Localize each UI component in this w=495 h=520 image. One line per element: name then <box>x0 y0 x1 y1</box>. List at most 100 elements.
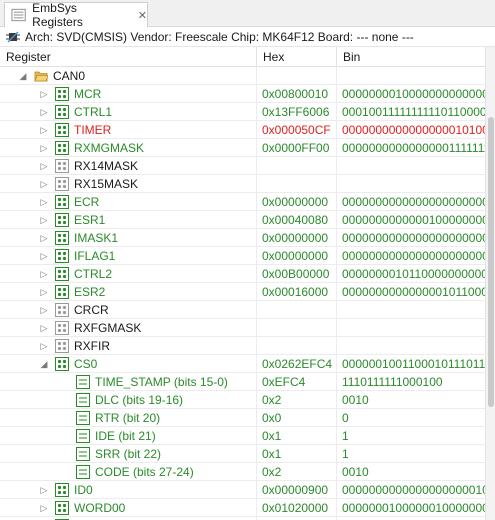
column-header-register[interactable]: Register <box>0 47 257 67</box>
bin-value[interactable]: 00000000000000000000000000000000 <box>337 229 485 247</box>
tree-row[interactable]: CODE (bits 27-24) 0x2 0010 <box>0 463 485 481</box>
tree-row[interactable]: ▷ RX14MASK <box>0 157 485 175</box>
hex-value[interactable]: 0x0000FF00 <box>257 139 337 157</box>
tree-row[interactable]: ▷ RX15MASK <box>0 175 485 193</box>
tree-row[interactable]: ▷ CRCR <box>0 301 485 319</box>
tree-row[interactable]: ◢ CS0 0x0262EFC400000010011000101110111111… <box>0 355 485 373</box>
tree-row[interactable]: ▷ RXMGMASK 0x0000FF00 000000000000000011111… <box>0 139 485 157</box>
expand-closed-icon[interactable]: ▷ <box>39 229 49 247</box>
tree-row[interactable]: SRR (bit 22) 0x1 1 <box>0 445 485 463</box>
hex-value[interactable] <box>257 319 337 337</box>
tree-row[interactable]: ▷ RXFIR <box>0 337 485 355</box>
bin-value[interactable]: 0010 <box>337 391 485 409</box>
embsys-registers-tab[interactable]: EmbSys Registers ✕ <box>4 1 148 29</box>
tree-row[interactable]: ◢ CAN0 <box>0 67 485 85</box>
hex-value[interactable] <box>257 157 337 175</box>
bin-value[interactable]: 00000000000001000000000010000000 <box>337 211 485 229</box>
tree-row[interactable]: DLC (bits 19-16) 0x2 0010 <box>0 391 485 409</box>
expand-closed-icon[interactable]: ▷ <box>39 247 49 265</box>
bin-value[interactable]: 00000000000000000000100100000000 <box>337 481 485 499</box>
expand-closed-icon[interactable]: ▷ <box>39 499 49 517</box>
hex-value[interactable]: 0x00016000 <box>257 283 337 301</box>
bin-value[interactable]: 00000001000000100000000000000000 <box>337 499 485 517</box>
tree-row[interactable]: ▷ ESR2 0x000160000000000000000001011000000… <box>0 283 485 301</box>
hex-value[interactable]: 0x00000900 <box>257 481 337 499</box>
scrollbar-thumb[interactable] <box>488 117 494 407</box>
hex-value[interactable]: 0x2 <box>257 391 337 409</box>
tree-row[interactable]: ▷ TIMER 0x000050CF000000000000000001010000… <box>0 121 485 139</box>
bin-value[interactable]: 0 <box>337 409 485 427</box>
tree-row[interactable]: ▷ WORD00 0x0102000000000001000000100000000… <box>0 499 485 517</box>
bin-value[interactable]: 1 <box>337 445 485 463</box>
expand-closed-icon[interactable]: ▷ <box>39 157 49 175</box>
expand-closed-icon[interactable]: ▷ <box>39 193 49 211</box>
expand-closed-icon[interactable]: ▷ <box>39 265 49 283</box>
expand-closed-icon[interactable]: ▷ <box>39 175 49 193</box>
hex-value[interactable]: 0x00000000 <box>257 193 337 211</box>
tree-row[interactable]: ▷ CTRL2 0x00B00000000000001011000000000000… <box>0 265 485 283</box>
expand-open-icon[interactable]: ◢ <box>18 67 28 85</box>
close-icon[interactable]: ✕ <box>138 9 147 22</box>
expand-closed-icon[interactable]: ▷ <box>39 85 49 103</box>
column-header-hex[interactable]: Hex <box>257 47 337 67</box>
bin-value[interactable]: 0010 <box>337 463 485 481</box>
tree-row[interactable]: ▷ ECR 0x0000000000000000000000000000000000… <box>0 193 485 211</box>
hex-value[interactable]: 0x1 <box>257 445 337 463</box>
expand-closed-icon[interactable]: ▷ <box>39 121 49 139</box>
tree-row[interactable]: ▷ RXFGMASK <box>0 319 485 337</box>
hex-value[interactable]: 0x00800010 <box>257 85 337 103</box>
bin-value[interactable]: 00000000101100000000000000000000 <box>337 265 485 283</box>
bin-value[interactable] <box>337 319 485 337</box>
hex-value[interactable]: 0x00040080 <box>257 211 337 229</box>
hex-value[interactable]: 0x00B00000 <box>257 265 337 283</box>
hex-value[interactable] <box>257 175 337 193</box>
tree-row[interactable]: ▷ IFLAG1 0x0000000000000000000000000000000… <box>0 247 485 265</box>
hex-value[interactable]: 0x1 <box>257 427 337 445</box>
tree-row[interactable]: TIME_STAMP (bits 15-0) 0xEFC4 111011111100… <box>0 373 485 391</box>
bin-value[interactable] <box>337 175 485 193</box>
hex-value[interactable] <box>257 337 337 355</box>
hex-value[interactable]: 0x0 <box>257 409 337 427</box>
bin-value[interactable] <box>337 157 485 175</box>
hex-value[interactable]: 0x2 <box>257 463 337 481</box>
tree-row[interactable]: ▷ CTRL1 0x13FF6006000100111111111101100000… <box>0 103 485 121</box>
hex-value[interactable]: 0x00000000 <box>257 247 337 265</box>
bin-value[interactable] <box>337 67 485 85</box>
bin-value[interactable]: 1110111111000100 <box>337 373 485 391</box>
vertical-scrollbar[interactable] <box>485 47 495 520</box>
hex-value[interactable]: 0x000050CF <box>257 121 337 139</box>
tree-row[interactable]: ▷ ID0 0x0000090000000000000000000000100100… <box>0 481 485 499</box>
hex-value[interactable]: 0xEFC4 <box>257 373 337 391</box>
hex-value[interactable]: 0x13FF6006 <box>257 103 337 121</box>
tree-row[interactable]: RTR (bit 20) 0x0 0 <box>0 409 485 427</box>
tree-row[interactable]: IDE (bit 21) 0x1 1 <box>0 427 485 445</box>
tree-row[interactable]: ▷ IMASK1 0x0000000000000000000000000000000… <box>0 229 485 247</box>
bin-value[interactable]: 00000000100000000000000000010000 <box>337 85 485 103</box>
bin-value[interactable] <box>337 337 485 355</box>
bin-value[interactable]: 00010011111111110110000000000110 <box>337 103 485 121</box>
hex-value[interactable] <box>257 67 337 85</box>
bin-value[interactable]: 00000000000000000101000011001111 <box>337 121 485 139</box>
hex-value[interactable]: 0x00000000 <box>257 229 337 247</box>
bin-value[interactable]: 00000000000000010110000000000000 <box>337 283 485 301</box>
expand-closed-icon[interactable]: ▷ <box>39 103 49 121</box>
hex-value[interactable]: 0x0262EFC4 <box>257 355 337 373</box>
hex-value[interactable]: 0x01020000 <box>257 499 337 517</box>
tree-row[interactable]: ▷ ESR1 0x000400800000000000000100000000001… <box>0 211 485 229</box>
expand-closed-icon[interactable]: ▷ <box>39 139 49 157</box>
expand-closed-icon[interactable]: ▷ <box>39 283 49 301</box>
bin-value[interactable]: 00000010011000101110111111000100 <box>337 355 485 373</box>
tree-row[interactable]: ▷ MCR 0x0080001000000000100000000000000000… <box>0 85 485 103</box>
expand-closed-icon[interactable]: ▷ <box>39 211 49 229</box>
bin-value[interactable]: 00000000000000000000000000000000 <box>337 247 485 265</box>
bin-value[interactable]: 00000000000000000000000000000000 <box>337 193 485 211</box>
expand-closed-icon[interactable]: ▷ <box>39 481 49 499</box>
column-header-bin[interactable]: Bin <box>337 47 485 67</box>
expand-closed-icon[interactable]: ▷ <box>39 301 49 319</box>
expand-closed-icon[interactable]: ▷ <box>39 319 49 337</box>
expand-open-icon[interactable]: ◢ <box>39 355 49 373</box>
hex-value[interactable] <box>257 301 337 319</box>
bin-value[interactable]: 00000000000000001111111100000000 <box>337 139 485 157</box>
expand-closed-icon[interactable]: ▷ <box>39 337 49 355</box>
bin-value[interactable]: 1 <box>337 427 485 445</box>
